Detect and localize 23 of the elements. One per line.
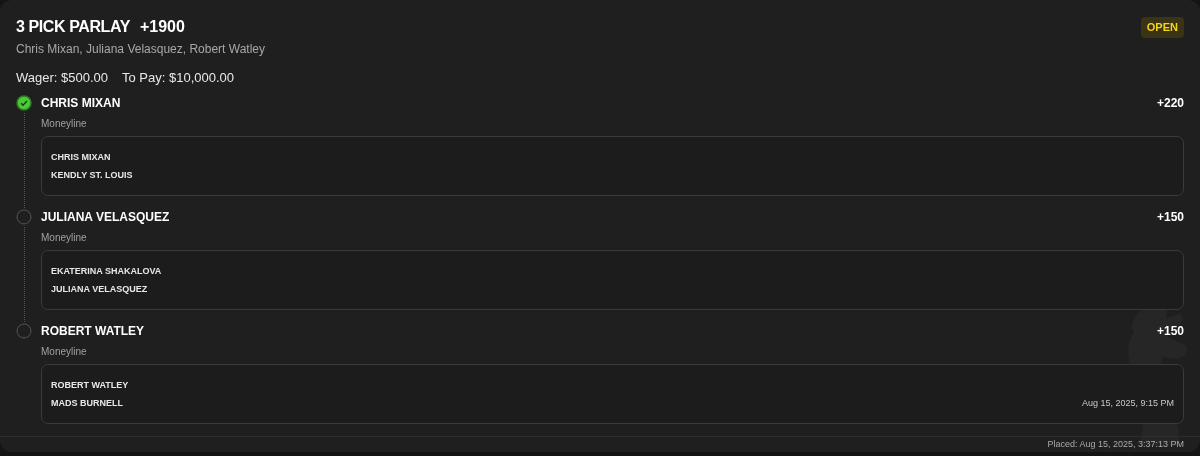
competitor-name: EKATERINA SHAKALOVA [51,265,162,277]
leg-odds: +220 [1156,94,1184,112]
market-label: Moneyline [41,116,88,131]
payout-amount: To Pay: $10,000.00 [122,69,235,87]
competitor-name: KENDLY ST. LOUIS [51,169,133,181]
placed-timestamp: Placed: Aug 15, 2025, 3:37:13 PM [1047,437,1184,451]
leg-odds: +150 [1156,208,1184,226]
competitor-name: JULIANA VELASQUEZ [51,283,149,295]
bet-odds: +1900 [139,17,185,37]
leg-selection: CHRIS MIXAN [41,94,121,112]
market-label: Moneyline [41,344,88,359]
leg-selection: ROBERT WATLEY [41,322,145,340]
status-badge: OPEN [1140,17,1184,38]
competitor-name: ROBERT WATLEY [51,379,129,391]
event-time: Aug 15, 2025, 9:15 PM [1081,397,1174,409]
market-label: Moneyline [41,230,88,245]
competitor-name: CHRIS MIXAN [51,151,112,163]
competitor-name: MADS BURNELL [51,397,124,409]
leg-odds: +150 [1156,322,1184,340]
wager-amount: Wager: $500.00 [16,69,109,87]
leg-selection: JULIANA VELASQUEZ [41,208,170,226]
bet-title: 3 PICK PARLAY [16,17,130,37]
picks-summary: Chris Mixan, Juliana Velasquez, Robert Watley [16,41,266,58]
